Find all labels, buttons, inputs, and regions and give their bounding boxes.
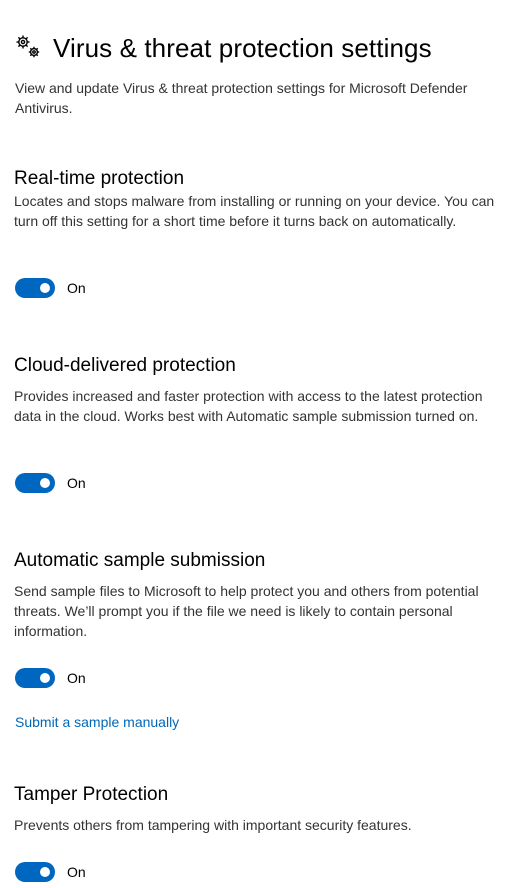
toggle-state-label: On bbox=[67, 864, 86, 880]
tamper-protection-toggle[interactable] bbox=[15, 862, 55, 882]
section-cloud-delivered-protection: Cloud-delivered protection Provides incr… bbox=[14, 354, 504, 426]
toggle-state-label: On bbox=[67, 475, 86, 491]
tamper-protection-toggle-row: On bbox=[15, 861, 86, 883]
section-title: Cloud-delivered protection bbox=[14, 355, 236, 376]
section-title: Real-time protection bbox=[14, 168, 185, 189]
toggle-knob bbox=[40, 478, 50, 488]
real-time-protection-toggle[interactable] bbox=[15, 278, 55, 298]
settings-page: Virus & threat protection settings View … bbox=[0, 0, 515, 888]
toggle-state-label: On bbox=[67, 280, 86, 296]
section-description: Prevents others from tampering with impo… bbox=[14, 817, 412, 833]
page-intro: View and update Virus & threat protectio… bbox=[15, 80, 468, 116]
submit-sample-manually-link[interactable]: Submit a sample manually bbox=[15, 714, 179, 730]
automatic-sample-submission-toggle-row: On bbox=[15, 667, 86, 689]
cloud-delivered-protection-toggle[interactable] bbox=[15, 473, 55, 493]
toggle-state-label: On bbox=[67, 670, 86, 686]
cloud-delivered-protection-toggle-row: On bbox=[15, 472, 86, 494]
section-title: Automatic sample submission bbox=[14, 550, 266, 571]
section-tamper-protection: Tamper Protection Prevents others from t… bbox=[14, 783, 504, 835]
automatic-sample-submission-toggle[interactable] bbox=[15, 668, 55, 688]
real-time-protection-toggle-row: On bbox=[15, 277, 86, 299]
page-header: Virus & threat protection settings bbox=[14, 30, 432, 66]
page-title: Virus & threat protection settings bbox=[53, 32, 432, 63]
section-real-time-protection: Real-time protection Locates and stops m… bbox=[14, 167, 504, 231]
section-title: Tamper Protection bbox=[14, 784, 169, 805]
toggle-knob bbox=[40, 673, 50, 683]
gears-icon bbox=[14, 33, 44, 63]
toggle-knob bbox=[40, 283, 50, 293]
section-description: Locates and stops malware from installin… bbox=[14, 193, 495, 229]
section-description: Send sample files to Microsoft to help p… bbox=[14, 583, 479, 639]
toggle-knob bbox=[40, 867, 50, 877]
section-description: Provides increased and faster protection… bbox=[14, 388, 483, 424]
section-automatic-sample-submission: Automatic sample submission Send sample … bbox=[14, 549, 504, 641]
